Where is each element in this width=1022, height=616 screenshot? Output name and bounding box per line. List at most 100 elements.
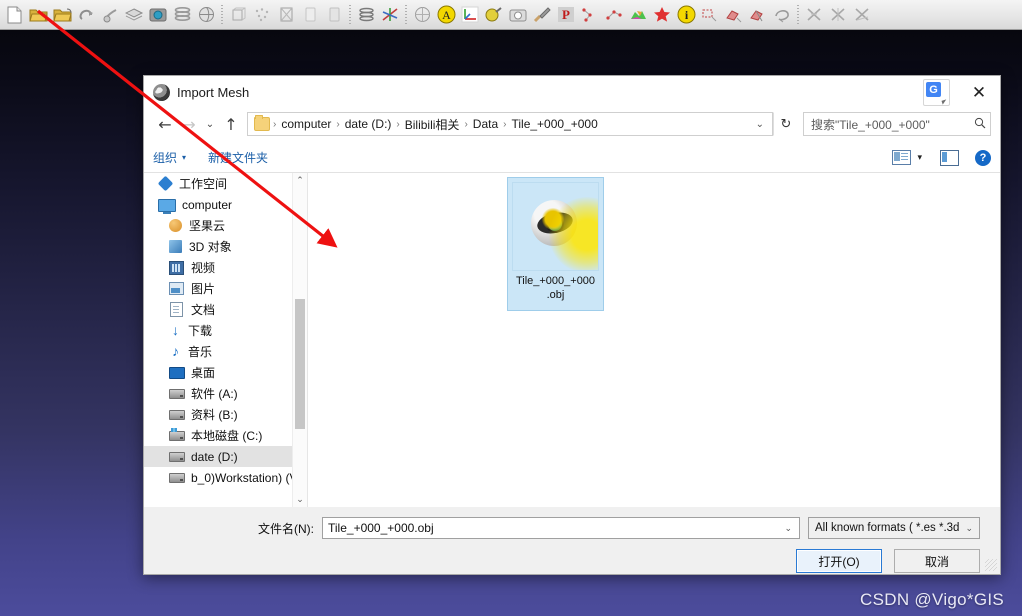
scroll-down-icon[interactable]: ⌄ bbox=[293, 492, 307, 507]
sidebar-item-label: 图片 bbox=[191, 282, 216, 296]
point-pick-icon[interactable] bbox=[578, 2, 602, 28]
sidebar-item-downloads[interactable]: ↓ 下载 bbox=[144, 320, 307, 341]
back-icon[interactable]: ← bbox=[153, 112, 177, 136]
info-icon[interactable]: i bbox=[674, 2, 698, 28]
cylinder-icon[interactable] bbox=[298, 2, 322, 28]
axis-tripod-icon[interactable] bbox=[458, 2, 482, 28]
organize-button[interactable]: 组织 ▾ bbox=[153, 149, 186, 166]
toolbar-separator bbox=[402, 4, 410, 26]
stack-slices-icon[interactable] bbox=[354, 2, 378, 28]
select-rect-icon[interactable] bbox=[698, 2, 722, 28]
color-mesh-icon[interactable] bbox=[626, 2, 650, 28]
change-view-icon[interactable] bbox=[892, 150, 912, 165]
edge-pick-icon[interactable] bbox=[602, 2, 626, 28]
google-translate-icon[interactable]: G bbox=[923, 79, 950, 106]
sidebar-item-label: date (D:) bbox=[191, 449, 238, 464]
sidebar-item-label: 资料 (B:) bbox=[191, 408, 238, 422]
pp-logo-icon[interactable]: P bbox=[554, 2, 578, 28]
snapshot-icon[interactable] bbox=[506, 2, 530, 28]
measure-tool-icon[interactable] bbox=[482, 2, 506, 28]
chevron-down-icon[interactable]: ▾ bbox=[915, 152, 928, 163]
sidebar-item-drive-d[interactable]: date (D:) bbox=[144, 446, 307, 467]
sidebar-item-drive-a[interactable]: 软件 (A:) bbox=[144, 383, 307, 404]
sidebar-item-drive-b[interactable]: 资料 (B:) bbox=[144, 404, 307, 425]
sidebar-item-documents[interactable]: 文档 bbox=[144, 299, 307, 320]
import-mesh-icon[interactable] bbox=[50, 2, 74, 28]
breadcrumb-item-computer[interactable]: computer bbox=[277, 117, 335, 131]
file-thumbnail bbox=[512, 182, 599, 271]
stack-icon[interactable] bbox=[170, 2, 194, 28]
scroll-up-icon[interactable]: ⌃ bbox=[293, 173, 307, 188]
box-icon[interactable] bbox=[226, 2, 250, 28]
recent-locations-icon[interactable]: ⌄ bbox=[201, 112, 219, 136]
new-document-icon[interactable] bbox=[2, 2, 26, 28]
sidebar-item-3d-objects[interactable]: 3D 对象 bbox=[144, 236, 307, 257]
forward-icon[interactable]: → bbox=[177, 112, 201, 136]
up-icon[interactable]: ↑ bbox=[219, 112, 243, 136]
navigation-scrollbar[interactable]: ⌃ ⌄ bbox=[292, 173, 307, 507]
dialog-body: 工作空间 computer 坚果云 3D 对象 视频 图片 文档 ↓ 下载 ♪ … bbox=[144, 173, 1000, 507]
refresh-icon[interactable]: ↻ bbox=[773, 112, 799, 136]
delete-faces-icon[interactable] bbox=[802, 2, 826, 28]
sidebar-item-videos[interactable]: 视频 bbox=[144, 257, 307, 278]
dialog-titlebar[interactable]: Import Mesh G ✕ bbox=[144, 76, 1000, 109]
file-list-pane[interactable]: Tile_+000_+000 .obj bbox=[308, 173, 1000, 507]
sidebar-item-desktop[interactable]: 桌面 bbox=[144, 362, 307, 383]
select-faces2-icon[interactable] bbox=[746, 2, 770, 28]
close-icon[interactable]: ✕ bbox=[958, 76, 1000, 109]
list-item[interactable]: Tile_+000_+000 .obj bbox=[507, 177, 604, 311]
sidebar-item-drive-v[interactable]: b_0)Workstation) (V:) bbox=[144, 467, 307, 488]
help-icon[interactable]: ? bbox=[975, 149, 991, 166]
list-item-label: Tile_+000_+000 .obj bbox=[509, 274, 602, 302]
delete-vertices-icon[interactable] bbox=[826, 2, 850, 28]
open-project-icon[interactable] bbox=[26, 2, 50, 28]
sidebar-item-music[interactable]: ♪ 音乐 bbox=[144, 341, 307, 362]
point-cloud-icon[interactable] bbox=[250, 2, 274, 28]
scrollbar-thumb[interactable] bbox=[295, 299, 305, 429]
sidebar-item-workspace[interactable]: 工作空间 bbox=[144, 173, 307, 194]
breadcrumb[interactable]: › computer › date (D:) › Bilibili相关 › Da… bbox=[247, 112, 773, 136]
search-input[interactable]: 搜索"Tile_+000_+000" bbox=[803, 112, 991, 136]
new-folder-button[interactable]: 新建文件夹 bbox=[208, 149, 268, 166]
chevron-down-icon[interactable]: ⌄ bbox=[779, 523, 797, 534]
sphere-grid-icon[interactable] bbox=[410, 2, 434, 28]
file-type-filter-value: All known formats ( *.es *.3d bbox=[815, 522, 960, 534]
sidebar-item-drive-c[interactable]: 本地磁盘 (C:) bbox=[144, 425, 307, 446]
toolbar-separator bbox=[346, 4, 354, 26]
axes-icon[interactable] bbox=[378, 2, 402, 28]
sidebar-item-label: 软件 (A:) bbox=[191, 387, 238, 401]
globe-icon[interactable] bbox=[194, 2, 218, 28]
import-mesh-dialog: Import Mesh G ✕ ← → ⌄ ↑ › computer › dat… bbox=[143, 75, 1001, 575]
delete-all-icon[interactable] bbox=[850, 2, 874, 28]
sidebar-item-pictures[interactable]: 图片 bbox=[144, 278, 307, 299]
sidebar-item-label: 桌面 bbox=[191, 366, 216, 380]
reload-mesh-icon[interactable] bbox=[74, 2, 98, 28]
breadcrumb-item-date-d[interactable]: date (D:) bbox=[341, 117, 396, 131]
file-type-filter[interactable]: All known formats ( *.es *.3d ⌄ bbox=[808, 517, 980, 539]
resize-grip[interactable] bbox=[985, 559, 997, 571]
chevron-down-icon: ⌄ bbox=[965, 522, 973, 533]
cancel-button[interactable]: 取消 bbox=[894, 549, 980, 573]
camera-icon[interactable] bbox=[146, 2, 170, 28]
sidebar-item-computer[interactable]: computer bbox=[144, 194, 307, 215]
breadcrumb-item-bilibili[interactable]: Bilibili相关 bbox=[401, 116, 464, 133]
lasso-select-icon[interactable] bbox=[770, 2, 794, 28]
breadcrumb-item-data[interactable]: Data bbox=[469, 117, 502, 131]
select-faces-icon[interactable] bbox=[722, 2, 746, 28]
sidebar-item-nutstore[interactable]: 坚果云 bbox=[144, 215, 307, 236]
dialog-title: Import Mesh bbox=[177, 85, 250, 100]
filename-input[interactable]: Tile_+000_+000.obj ⌄ bbox=[322, 517, 800, 539]
wireframe-icon[interactable] bbox=[274, 2, 298, 28]
dialog-buttons: 打开(O) 取消 bbox=[144, 539, 1000, 573]
paint-brush-icon[interactable] bbox=[530, 2, 554, 28]
breadcrumb-item-tile[interactable]: Tile_+000_+000 bbox=[507, 117, 601, 131]
tube-icon[interactable] bbox=[322, 2, 346, 28]
save-snapshot-icon[interactable] bbox=[98, 2, 122, 28]
star-georef-icon[interactable] bbox=[650, 2, 674, 28]
align-a-icon[interactable]: A bbox=[434, 2, 458, 28]
open-button[interactable]: 打开(O) bbox=[796, 549, 882, 573]
layers-icon[interactable] bbox=[122, 2, 146, 28]
documents-icon bbox=[170, 302, 183, 317]
chevron-down-icon[interactable]: ⌄ bbox=[750, 119, 770, 130]
preview-pane-icon[interactable] bbox=[940, 149, 959, 166]
